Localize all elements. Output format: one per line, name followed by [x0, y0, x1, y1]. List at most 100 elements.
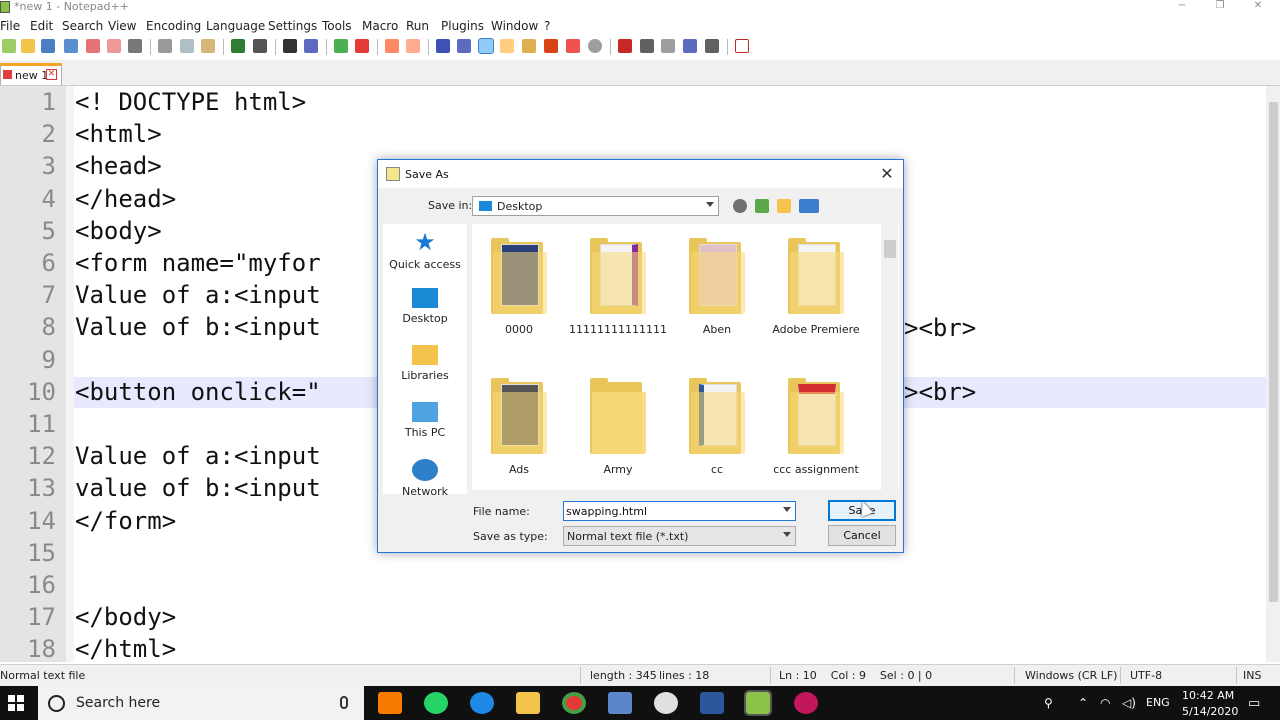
- code-line: value of b:<input: [75, 474, 321, 503]
- save-as-type-select[interactable]: Normal text file (*.txt): [563, 526, 796, 546]
- file-list-scrollbar-thumb[interactable]: [884, 240, 896, 258]
- folder-workspace-icon[interactable]: [544, 39, 558, 53]
- replace-icon[interactable]: [304, 39, 318, 53]
- file-item[interactable]: 0000: [469, 238, 569, 336]
- file-item[interactable]: cc: [667, 378, 767, 476]
- print-icon[interactable]: [128, 39, 142, 53]
- chevron-down-icon[interactable]: [783, 507, 791, 512]
- function-list-icon[interactable]: [522, 39, 536, 53]
- save-macro-icon[interactable]: [705, 39, 719, 53]
- whatsapp-icon[interactable]: [424, 692, 448, 714]
- new-folder-icon[interactable]: [777, 199, 791, 213]
- file-list-scrollbar[interactable]: [881, 224, 898, 490]
- zoom-out-icon[interactable]: [355, 39, 369, 53]
- monitor-icon[interactable]: [566, 39, 580, 53]
- menu-run[interactable]: Run: [406, 19, 429, 33]
- language-indicator[interactable]: ENG: [1146, 696, 1170, 709]
- cut-icon[interactable]: [158, 39, 172, 53]
- save-all-icon[interactable]: [64, 39, 78, 53]
- menu-search[interactable]: Search: [62, 19, 103, 33]
- wifi-icon[interactable]: ◠: [1100, 696, 1110, 710]
- view-menu-icon[interactable]: [799, 199, 819, 213]
- file-item[interactable]: 11111111111111: [568, 238, 668, 336]
- people-icon[interactable]: ⚲: [1044, 696, 1053, 710]
- undo-icon[interactable]: [231, 39, 245, 53]
- app-icon-6[interactable]: [608, 692, 632, 714]
- show-all-chars-icon[interactable]: [457, 39, 471, 53]
- close-file-icon[interactable]: [86, 39, 100, 53]
- word-wrap-icon[interactable]: [436, 39, 450, 53]
- close-all-icon[interactable]: [107, 39, 121, 53]
- menu-help[interactable]: ?: [544, 19, 550, 33]
- editor-scrollbar-thumb[interactable]: [1269, 102, 1278, 602]
- place-this-pc[interactable]: This PC: [383, 402, 467, 439]
- doc-switcher-icon[interactable]: [588, 39, 602, 53]
- menu-language[interactable]: Language: [206, 19, 265, 33]
- maximize-button[interactable]: ❐: [1210, 0, 1230, 14]
- save-icon[interactable]: [41, 39, 55, 53]
- app-icon-10[interactable]: [794, 692, 818, 714]
- menu-plugins[interactable]: Plugins: [441, 19, 484, 33]
- place-quick-access[interactable]: ★ Quick access: [383, 230, 467, 271]
- menu-macro[interactable]: Macro: [362, 19, 398, 33]
- sync-vertical-icon[interactable]: [385, 39, 399, 53]
- chrome-icon[interactable]: [562, 692, 586, 714]
- notifications-icon[interactable]: ▭: [1248, 696, 1260, 711]
- file-list[interactable]: 0000 11111111111111 Aben Adobe Premiere …: [472, 224, 899, 490]
- indent-guide-icon[interactable]: [478, 38, 494, 54]
- paste-icon[interactable]: [201, 39, 215, 53]
- doc-map-icon[interactable]: [500, 39, 514, 53]
- app-icon-1[interactable]: [378, 692, 402, 714]
- file-explorer-icon[interactable]: [516, 692, 540, 714]
- menu-file[interactable]: File: [0, 19, 20, 33]
- redo-icon[interactable]: [253, 39, 267, 53]
- file-item[interactable]: Army: [568, 378, 668, 476]
- sync-horizontal-icon[interactable]: [406, 39, 420, 53]
- chevron-up-icon[interactable]: ⌃: [1078, 696, 1088, 710]
- menu-settings[interactable]: Settings: [268, 19, 317, 33]
- file-item[interactable]: Ads: [469, 378, 569, 476]
- minimize-button[interactable]: −: [1172, 0, 1192, 14]
- place-network[interactable]: Network: [383, 459, 467, 498]
- cancel-button[interactable]: Cancel: [828, 525, 896, 546]
- back-icon[interactable]: [733, 199, 747, 213]
- status-lines: lines : 18: [659, 669, 710, 682]
- new-file-icon[interactable]: [2, 39, 16, 53]
- file-item[interactable]: Adobe Premiere: [766, 238, 866, 336]
- file-item[interactable]: ccc assignment: [766, 378, 866, 476]
- spell-check-icon[interactable]: [735, 39, 749, 53]
- up-folder-icon[interactable]: [755, 199, 769, 213]
- word-icon[interactable]: [700, 692, 724, 714]
- tab-new-1[interactable]: new 1 ✕: [0, 63, 62, 85]
- stop-macro-icon[interactable]: [640, 39, 654, 53]
- menu-window[interactable]: Window: [491, 19, 538, 33]
- play-macro-icon[interactable]: [661, 39, 675, 53]
- zoom-in-icon[interactable]: [334, 39, 348, 53]
- run-macro-multiple-icon[interactable]: [683, 39, 697, 53]
- clock-date[interactable]: 5/14/2020: [1182, 705, 1238, 718]
- app-icon-7[interactable]: [654, 692, 678, 714]
- close-window-button[interactable]: ✕: [1248, 0, 1268, 14]
- open-file-icon[interactable]: [21, 39, 35, 53]
- copy-icon[interactable]: [180, 39, 194, 53]
- clock-time[interactable]: 10:42 AM: [1182, 689, 1234, 702]
- menu-encoding[interactable]: Encoding: [146, 19, 201, 33]
- dialog-close-button[interactable]: ✕: [878, 165, 896, 183]
- close-tab-icon[interactable]: ✕: [46, 69, 57, 80]
- microphone-icon[interactable]: [340, 696, 348, 709]
- edge-icon[interactable]: [470, 692, 494, 714]
- notepadpp-taskbar-icon[interactable]: [744, 690, 772, 716]
- file-name-input[interactable]: swapping.html: [563, 501, 796, 521]
- place-libraries[interactable]: Libraries: [383, 345, 467, 382]
- menu-view[interactable]: View: [108, 19, 136, 33]
- find-icon[interactable]: [283, 39, 297, 53]
- save-in-dropdown[interactable]: Desktop: [472, 196, 719, 216]
- windows-start-icon[interactable]: [8, 695, 24, 711]
- taskbar-search[interactable]: Search here: [38, 686, 364, 720]
- record-macro-icon[interactable]: [618, 39, 632, 53]
- menu-edit[interactable]: Edit: [30, 19, 53, 33]
- volume-icon[interactable]: ◁): [1122, 696, 1136, 710]
- place-desktop[interactable]: Desktop: [383, 288, 467, 325]
- file-item[interactable]: Aben: [667, 238, 767, 336]
- menu-tools[interactable]: Tools: [322, 19, 352, 33]
